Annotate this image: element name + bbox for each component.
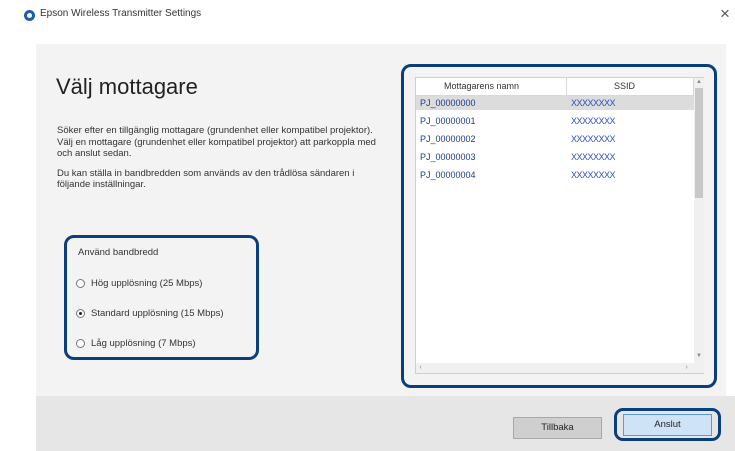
horizontal-scrollbar[interactable]: ‹ ›	[416, 363, 694, 373]
table-row[interactable]: PJ_00000001 XXXXXXXX	[416, 114, 694, 128]
radio-button-low[interactable]	[76, 338, 85, 348]
page-title: Välj mottagare	[56, 74, 198, 99]
connect-button[interactable]: Anslut	[623, 414, 712, 436]
radio-button-standard[interactable]	[76, 308, 85, 318]
table-header: Mottagarens namn SSID	[416, 78, 694, 96]
scrollbar-thumb[interactable]	[695, 88, 703, 198]
radio-button-high[interactable]	[76, 278, 85, 288]
table-row[interactable]: PJ_00000003 XXXXXXXX	[416, 150, 694, 164]
column-header-ssid[interactable]: SSID	[614, 81, 635, 91]
receiver-name: PJ_00000001	[420, 116, 476, 126]
receiver-table[interactable]: Mottagarens namn SSID PJ_00000000 XXXXXX…	[415, 77, 704, 374]
scroll-up-icon[interactable]: ▲	[694, 78, 704, 87]
receiver-ssid: XXXXXXXX	[571, 98, 616, 108]
receiver-ssid: XXXXXXXX	[571, 152, 616, 162]
receiver-list-frame: Mottagarens namn SSID PJ_00000000 XXXXXX…	[401, 64, 717, 388]
receiver-ssid: XXXXXXXX	[571, 134, 616, 144]
radio-label-standard: Standard upplösning (15 Mbps)	[91, 307, 224, 319]
description: Söker efter en tillgänglig mottagare (gr…	[57, 125, 387, 199]
vertical-scrollbar[interactable]: ▲ ▼	[694, 78, 704, 373]
column-separator[interactable]	[566, 78, 567, 95]
radio-label-high: Hög upplösning (25 Mbps)	[91, 277, 203, 289]
column-header-name[interactable]: Mottagarens namn	[444, 81, 519, 91]
epson-app-icon	[24, 10, 35, 21]
close-icon[interactable]: ×	[720, 4, 730, 24]
table-row[interactable]: PJ_00000000 XXXXXXXX	[416, 96, 694, 110]
scroll-right-icon[interactable]: ›	[682, 363, 691, 373]
receiver-ssid: XXXXXXXX	[571, 116, 616, 126]
scroll-left-icon[interactable]: ‹	[416, 363, 425, 373]
scroll-down-icon[interactable]: ▼	[694, 352, 704, 361]
title-bar: Epson Wireless Transmitter Settings ×	[0, 0, 735, 30]
radio-option-high[interactable]: Hög upplösning (25 Mbps)	[76, 276, 202, 290]
table-row[interactable]: PJ_00000002 XXXXXXXX	[416, 132, 694, 146]
receiver-name: PJ_00000004	[420, 170, 476, 180]
radio-option-standard[interactable]: Standard upplösning (15 Mbps)	[76, 306, 224, 320]
bandwidth-group-title: Använd bandbredd	[78, 247, 159, 258]
receiver-name: PJ_00000000	[420, 98, 476, 108]
receiver-ssid: XXXXXXXX	[571, 170, 616, 180]
description-paragraph-2: Du kan ställa in bandbredden som används…	[57, 167, 355, 191]
receiver-name: PJ_00000003	[420, 152, 476, 162]
back-button[interactable]: Tillbaka	[513, 417, 602, 439]
window-title: Epson Wireless Transmitter Settings	[40, 8, 202, 19]
table-row[interactable]: PJ_00000004 XXXXXXXX	[416, 168, 694, 182]
description-paragraph-1: Söker efter en tillgänglig mottagare (gr…	[57, 125, 376, 160]
radio-option-low[interactable]: Låg upplösning (7 Mbps)	[76, 336, 196, 350]
receiver-name: PJ_00000002	[420, 134, 476, 144]
bandwidth-radio-group: Använd bandbredd Hög upplösning (25 Mbps…	[64, 235, 259, 360]
radio-label-low: Låg upplösning (7 Mbps)	[91, 337, 196, 349]
